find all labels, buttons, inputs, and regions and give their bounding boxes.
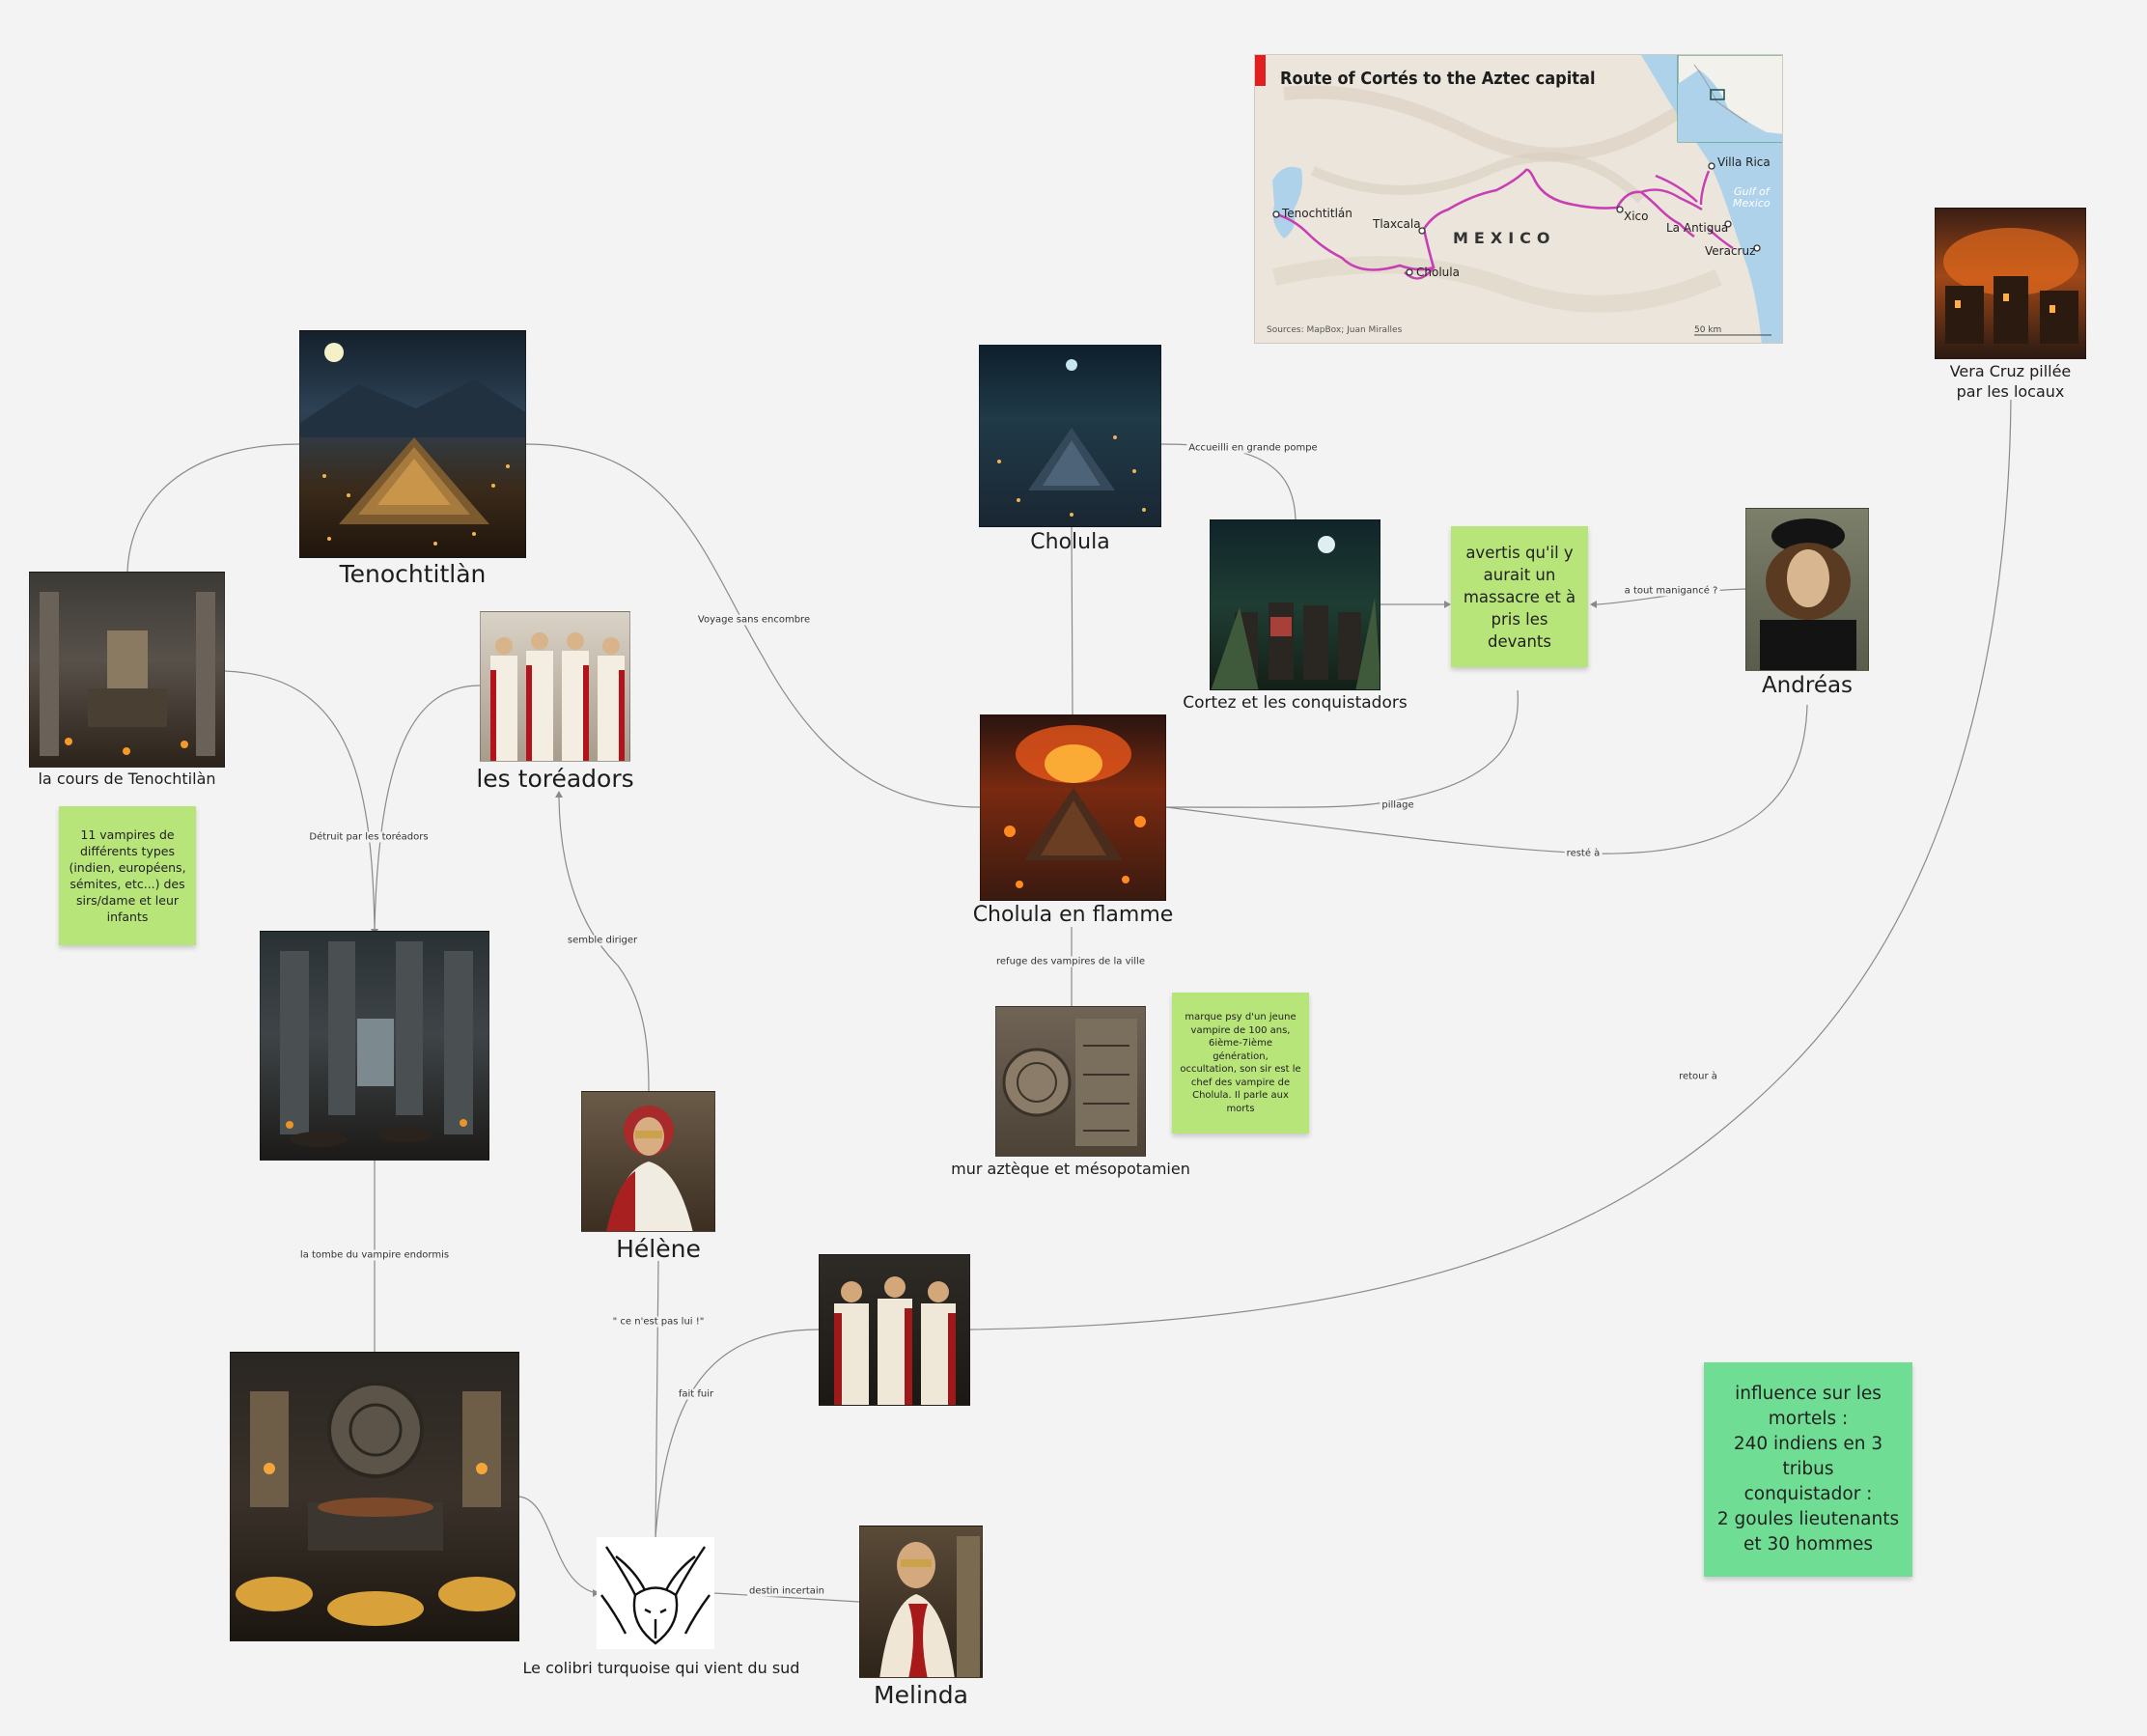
edge-label-refuge: refuge des vampires de la ville [994,956,1147,967]
three-women-art [834,1276,956,1405]
mur-image[interactable] [995,1006,1146,1157]
edge-tenochtitlan-cour [126,443,300,573]
helene-art [606,1106,693,1231]
edge-label-retour: retour à [1677,1071,1719,1082]
edge-cholula-cortez [1160,443,1297,520]
map-country: MEXICO [1453,229,1556,247]
cholula-flamme-image[interactable] [980,714,1166,901]
edge-helene-colibri [655,1260,659,1538]
edge-cholula-flamme [1071,526,1074,715]
edge-label-voyage: Voyage sans encombre [695,614,813,626]
map-city-cholula: Cholula [1416,266,1460,279]
mur-label: mur aztèque et mésopotamien [951,1160,1190,1178]
colibri-art [600,1546,711,1645]
map-title: Route of Cortés to the Aztec capital [1280,69,1596,89]
cortez-label: Cortez et les conquistadors [1183,693,1408,713]
edge-label-detruit: Détruit par les toréadors [307,831,431,843]
edge-tomb-colibri [518,1496,598,1594]
map-scale: 50 km [1694,325,1722,335]
cour-label: la cours de Tenochtilàn [38,770,216,788]
cortez-art [1211,536,1380,689]
palace-ruins-image[interactable] [260,931,489,1161]
tomb-image[interactable] [230,1352,519,1641]
edge-label-fait-fuir: fait fuir [676,1388,716,1400]
cholula-label: Cholula [1030,530,1110,554]
sticky-avertis[interactable]: avertis qu'il y aurait un massacre et à … [1451,526,1588,667]
colibri-image[interactable] [597,1537,714,1649]
cour-art [40,592,215,756]
edge-cour-ruins [224,670,376,930]
three-women-image[interactable] [819,1254,970,1406]
map-gulf: Gulf of Mexico [1733,185,1771,210]
toreadors-image[interactable] [480,611,630,762]
tenochtitlan-image[interactable] [299,330,526,558]
cholula-flamme-art [1004,725,1146,888]
map-sources: Sources: MapBox; Juan Miralles [1267,325,1403,335]
route-map[interactable]: Route of Cortés to the Aztec capital Ten… [1254,54,1783,344]
map-city-la-antigua: La Antigua [1666,221,1729,235]
edge-label-reste: resté à [1564,848,1603,859]
map-city-veracruz: Veracruz [1705,244,1756,258]
andreas-label: Andréas [1761,673,1854,698]
vera-cruz-image[interactable] [1935,208,2086,359]
melinda-art [879,1536,980,1677]
cholula-art [997,359,1146,517]
mur-art [1002,1019,1137,1146]
map-city-villa-rica: Villa Rica [1717,155,1771,169]
melinda-image[interactable] [859,1526,983,1678]
tenochtitlan-label: Tenochtitlàn [339,560,487,588]
melinda-label: Melinda [874,1681,968,1709]
helene-label: Hélène [616,1235,701,1263]
vera-cruz-label: Vera Cruz pillée par les locaux [1949,362,2072,401]
helene-image[interactable] [581,1091,715,1232]
edge-label-pas-lui: " ce n'est pas lui !" [610,1316,707,1328]
toreadors-label: les toréadors [476,765,634,793]
map-accent-bar [1255,55,1266,86]
cholula-image[interactable] [979,345,1161,527]
edge-label-destin: destin incertain [747,1585,826,1597]
sticky-vampires[interactable]: 11 vampires de différents types (indien,… [59,806,196,945]
map-city-tenochtitlan: Tenochtitlán [1282,207,1352,220]
edge-flamme-andreas [1165,704,1808,854]
andreas-art [1760,518,1856,670]
map-city-tlaxcala: Tlaxcala [1373,217,1421,231]
edge-label-semble: semble diriger [565,935,640,946]
edge-label-tombe: la tombe du vampire endormis [297,1249,452,1261]
map-city-xico: Xico [1624,210,1649,223]
sticky-influence[interactable]: influence sur les mortels : 240 indiens … [1704,1362,1912,1577]
tenochtitlan-art [300,343,525,546]
edge-toreadors-ruins [374,685,481,930]
map-terrain [1255,55,1782,343]
edge-label-pillage: pillage [1380,799,1416,811]
toreadors-art [490,632,625,761]
andreas-image[interactable] [1745,508,1869,671]
sticky-marque[interactable]: marque psy d'un jeune vampire de 100 ans… [1172,993,1309,1134]
vera-cruz-art [1943,228,2078,344]
cortez-image[interactable] [1210,519,1380,690]
colibri-label: Le colibri turquoise qui vient du sud [522,1659,800,1677]
edge-label-accueilli: Accueilli en grande pompe [1186,442,1320,454]
tomb-art [236,1382,516,1626]
edge-three-women-colibri [655,1329,820,1538]
cholula-flamme-label: Cholula en flamme [972,903,1174,927]
edge-label-manigance: a tout manigancé ? [1622,585,1720,597]
palace-ruins-art [280,941,473,1147]
cour-image[interactable] [29,572,225,768]
